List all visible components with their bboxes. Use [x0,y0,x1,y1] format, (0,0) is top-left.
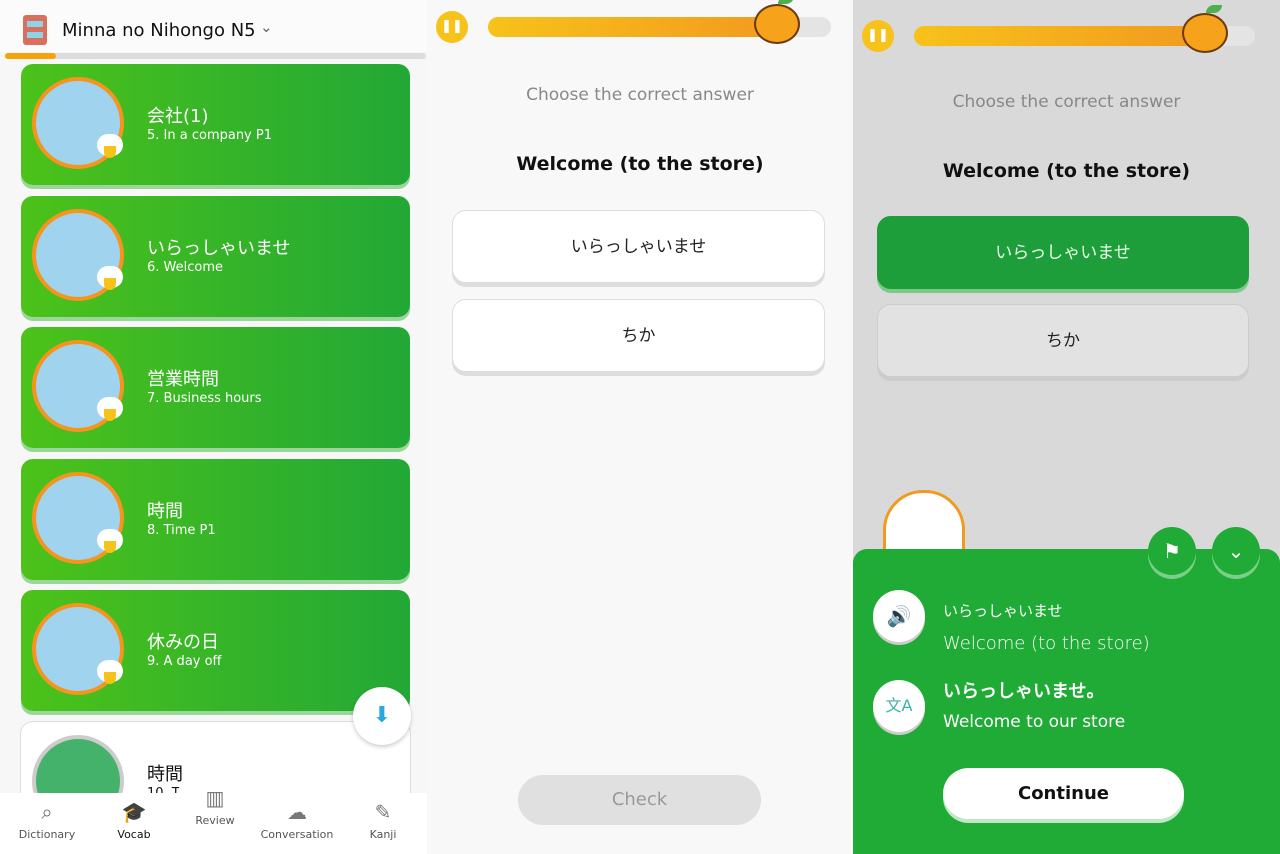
orange-mascot-icon [754,0,800,44]
completed-badge-icon [97,134,123,158]
nav-dictionary[interactable]: ⌕ Dictionary [4,793,90,841]
nav-label: Review [195,814,235,827]
lesson-subtitle: 6. Welcome [147,260,224,275]
result-screen: ❚❚ Choose the correct answer Welcome (to… [853,0,1280,854]
example-translation: Welcome to our store [943,712,1126,732]
completed-badge-icon [97,266,123,290]
lesson-title: 休みの日 [147,632,219,653]
prompt-text: Welcome (to the store) [942,160,1191,182]
lesson-subtitle: 7. Business hours [147,391,262,406]
nav-vocab[interactable]: 🎓 Vocab [91,793,177,841]
download-button[interactable]: ⬇ [353,687,411,745]
answer-option[interactable]: ちか [452,299,825,372]
nav-label: Vocab [117,828,151,841]
flag-icon: ⚑ [1163,539,1181,563]
prompt-text: Welcome (to the store) [516,153,764,175]
lesson-subtitle: 8. Time P1 [147,523,216,538]
instruction-text: Choose the correct answer [526,85,754,105]
lesson-title: 時間 [147,501,183,522]
course-progress-bar [5,53,426,59]
bookshelf-icon [23,15,47,45]
instruction-text: Choose the correct answer [952,92,1181,112]
check-button[interactable]: Check [518,775,761,825]
nav-label: Dictionary [18,828,76,841]
chevron-down-icon: ⌄ [1227,539,1245,563]
lesson-card[interactable]: 営業時間 7. Business hours [21,327,410,448]
bottom-nav: ⌕ Dictionary 🎓 Vocab ▥ Review ☁ Conversation ✎ Ka… [0,786,427,854]
lesson-title: 会社(1) [147,106,209,127]
completed-badge-icon [97,397,123,421]
lesson-title: 営業時間 [147,369,219,390]
nav-label: Conversation [260,828,334,841]
magnifier-icon: ⌕ [41,800,53,824]
pause-icon: ❚❚ [441,19,463,34]
collapse-button[interactable]: ⌄ [1212,527,1260,575]
completed-badge-icon [97,660,123,684]
nav-kanji[interactable]: ✎ Kanji [340,793,426,841]
lesson-title: いらっしゃいませ [147,238,291,259]
answer-option-selected[interactable]: いらっしゃいませ [877,216,1249,289]
note-pencil-icon: ✎ [374,800,392,824]
lesson-subtitle: 9. A day off [147,654,222,669]
speaker-button[interactable]: 🔊 [873,590,925,642]
pause-button[interactable]: ❚❚ [436,11,468,43]
continue-button[interactable]: Continue [943,768,1184,819]
translate-icon: 文A [873,680,925,732]
download-icon: ⬇ [372,703,392,728]
orange-mascot-icon [1182,5,1228,53]
lesson-card[interactable]: 時間 8. Time P1 [21,459,410,580]
completed-badge-icon [97,529,123,553]
nav-label: Kanji [369,828,397,841]
report-button[interactable]: ⚑ [1148,527,1196,575]
pause-icon: ❚❚ [867,28,889,43]
word-text: いらっしゃいませ [943,602,1063,620]
example-text: いらっしゃいませ。 [943,681,1105,702]
answer-option[interactable]: いらっしゃいませ [452,210,825,283]
meaning-text: Welcome (to the store) [943,633,1150,654]
course-header[interactable]: Minna no Nihongo N5 ⌄ [0,0,427,52]
vocab-screen: Minna no Nihongo N5 ⌄ 会社(1) 5. In a compa… [0,0,427,854]
answer-option[interactable]: ちか [877,304,1249,377]
lesson-card[interactable]: 休みの日 9. A day off [21,590,410,711]
bar-chart-icon: ▥ [205,786,225,810]
lesson-card[interactable]: 会社(1) 5. In a company P1 [21,64,410,185]
graduation-cap-icon: 🎓 [121,800,147,824]
lesson-card[interactable]: いらっしゃいませ 6. Welcome [21,196,410,317]
lesson-subtitle: 5. In a company P1 [147,128,272,143]
chat-bubbles-icon: ☁ [287,800,307,824]
chevron-down-icon[interactable]: ⌄ [260,18,273,36]
pause-button[interactable]: ❚❚ [862,20,894,52]
nav-review[interactable]: ▥ Review [172,779,258,827]
nav-conversation[interactable]: ☁ Conversation [254,793,340,841]
feedback-sheet: ⚑ ⌄ 🔊 いらっしゃいませ Welcome (to the store) 文A… [853,527,1280,854]
course-title[interactable]: Minna no Nihongo N5 [62,20,256,41]
quiz-screen: ❚❚ Choose the correct answer Welcome (to… [427,0,853,854]
speaker-icon: 🔊 [886,604,912,628]
